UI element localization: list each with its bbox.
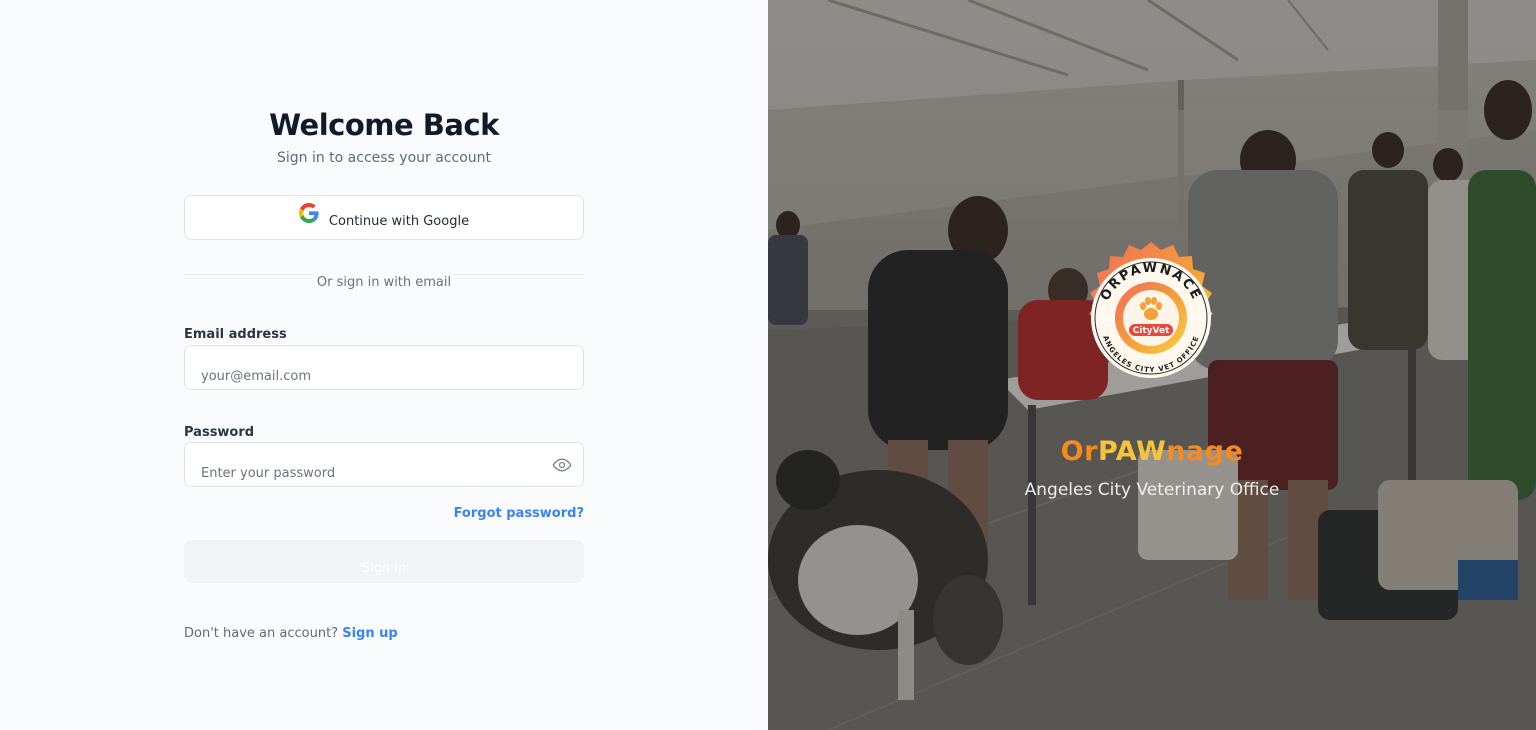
page-title: Welcome Back (269, 108, 499, 142)
login-panel: Welcome Back Sign in to access your acco… (0, 0, 768, 730)
email-label: Email address (184, 327, 287, 342)
hero-panel: ORPAWNACE ANGELES CITY VET OFFICE Est 20… (768, 0, 1536, 730)
signup-prompt: Don't have an account? (184, 626, 339, 641)
svg-text:2025: 2025 (1187, 315, 1207, 323)
brand-name: OrPAWnage (768, 436, 1536, 467)
page-subtitle: Sign in to access your account (276, 150, 492, 166)
eye-icon[interactable] (552, 455, 572, 475)
google-signin-label: Continue with Google (328, 214, 470, 229)
divider-text: Or sign in with email (316, 275, 452, 290)
office-name: Angeles City Veterinary Office (1024, 480, 1280, 500)
brand-name-paw: PAW (1097, 436, 1167, 467)
svg-text:Est: Est (1101, 315, 1114, 323)
forgot-password-link[interactable]: Forgot password? (454, 506, 584, 521)
signup-link[interactable]: Sign up (342, 626, 397, 641)
svg-text:CityVet: CityVet (1133, 326, 1170, 336)
brand-name-or: Or (1060, 436, 1098, 467)
password-field[interactable] (184, 442, 584, 487)
brand-name-nage: nage (1166, 436, 1244, 467)
google-signin-button[interactable]: Continue with Google (184, 195, 584, 240)
email-field[interactable] (184, 345, 584, 390)
password-label: Password (184, 425, 255, 440)
cityvet-badge-logo: ORPAWNACE ANGELES CITY VET OFFICE Est 20… (1089, 242, 1213, 378)
signup-row: Don't have an account? Sign up (184, 626, 398, 641)
google-icon (298, 202, 319, 223)
sign-in-button[interactable]: Sign In (184, 540, 584, 583)
